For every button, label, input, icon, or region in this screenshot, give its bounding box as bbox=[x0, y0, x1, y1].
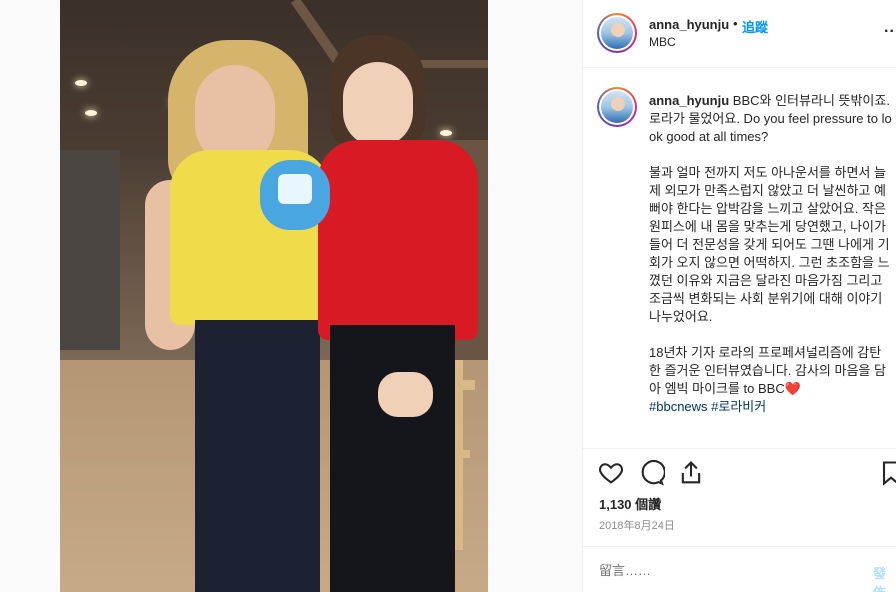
heart-outline-icon[interactable] bbox=[597, 459, 625, 487]
ceiling-light bbox=[440, 130, 452, 136]
post-photo[interactable] bbox=[60, 0, 488, 592]
person-right-hands bbox=[378, 372, 433, 417]
caption-body: BBC와 인터뷰라니 뜻밖이죠. 로라가 물었어요. Do you feel p… bbox=[649, 93, 892, 396]
username-link[interactable]: anna_hyunju bbox=[649, 17, 729, 32]
likes-count[interactable]: 1,130 個讚 bbox=[599, 494, 661, 513]
post-side-panel: anna_hyunju • 追蹤 MBC ... anna_hyunju BBC… bbox=[582, 0, 896, 592]
location-link[interactable]: MBC bbox=[649, 35, 676, 49]
caption-text: anna_hyunju BBC와 인터뷰라니 뜻밖이죠. 로라가 물었어요. D… bbox=[649, 92, 893, 416]
more-options-icon[interactable]: ... bbox=[884, 19, 896, 37]
caption-section: anna_hyunju BBC와 인터뷰라니 뜻밖이죠. 로라가 물었어요. D… bbox=[583, 69, 896, 449]
mascot-face bbox=[278, 174, 312, 204]
person-right-shirt bbox=[318, 140, 478, 340]
comment-bar: 發佈 bbox=[583, 546, 896, 592]
person-left-pants bbox=[195, 320, 320, 592]
photo-wall bbox=[60, 150, 120, 350]
post-comment-button[interactable]: 發佈 bbox=[873, 563, 896, 592]
mascot-toy bbox=[260, 160, 330, 230]
person-right-face bbox=[343, 62, 413, 147]
action-bar bbox=[583, 455, 896, 491]
avatar[interactable] bbox=[597, 87, 637, 127]
ceiling-light bbox=[75, 80, 87, 86]
follow-button[interactable]: 追蹤 bbox=[742, 17, 768, 36]
post-date: 2018年8月24日 bbox=[599, 520, 675, 532]
bookmark-icon[interactable] bbox=[877, 459, 896, 487]
comment-bubble-icon[interactable] bbox=[637, 459, 666, 487]
ceiling-light bbox=[85, 110, 97, 116]
avatar[interactable] bbox=[597, 13, 637, 53]
share-upload-icon[interactable] bbox=[677, 459, 705, 487]
post-header: anna_hyunju • 追蹤 MBC ... bbox=[583, 0, 896, 68]
comment-input[interactable] bbox=[599, 563, 849, 578]
caption-username-link[interactable]: anna_hyunju bbox=[649, 93, 729, 108]
separator-dot: • bbox=[733, 16, 738, 31]
person-right-pants bbox=[330, 325, 455, 592]
hashtag-links[interactable]: #bbcnews #로라비커 bbox=[649, 399, 766, 414]
